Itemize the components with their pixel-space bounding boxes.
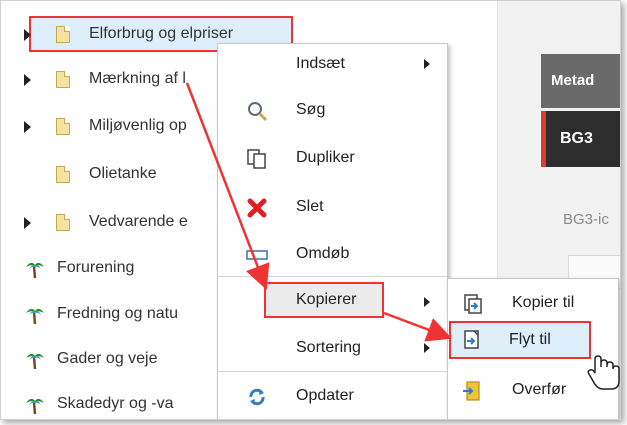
duplicate-icon (247, 149, 266, 169)
app-window: Metad BG3 BG3-ic Elforbrug og elpriser M… (0, 0, 621, 420)
palm-tree-icon (26, 308, 44, 324)
submenu-item-kopier-til[interactable]: Kopier til (448, 283, 618, 323)
menu-item-label: Sortering (296, 339, 361, 356)
flyt-til-highlight[interactable]: Flyt til (449, 321, 591, 359)
context-menu: Indsæt Søg Dupliker Slet Omdøb Sortering… (217, 43, 448, 419)
page-icon (56, 118, 70, 135)
expand-caret-icon[interactable] (24, 29, 31, 41)
palm-tree-icon (26, 262, 44, 278)
submenu-item-label: Overfør (512, 381, 567, 398)
menu-item-label: Opdater (296, 387, 354, 404)
magnifier-icon (248, 102, 268, 122)
menu-item-label: Slet (296, 198, 324, 215)
page-icon (56, 166, 70, 183)
palm-tree-icon (26, 398, 44, 414)
menu-divider (218, 276, 447, 277)
rename-field-icon (246, 250, 268, 260)
tree-item-label: Miljøvenlig op (89, 117, 187, 134)
tree-item-label: Mærkning af l (89, 70, 186, 87)
tab-metadata[interactable]: Metad (541, 54, 620, 108)
refresh-icon (249, 388, 265, 406)
tree-item-label: Olietanke (89, 165, 157, 182)
expand-caret-icon[interactable] (24, 121, 31, 133)
transfer-icon (463, 381, 480, 401)
page-icon (56, 214, 70, 231)
submenu-item-label: Kopier til (512, 294, 575, 311)
menu-item-label: Søg (296, 101, 326, 118)
menu-item-label: Omdøb (296, 245, 350, 262)
page-icon (56, 26, 70, 43)
menu-item-label: Indsæt (296, 55, 345, 72)
kopierer-highlight[interactable]: Kopierer (264, 282, 384, 318)
tree-item-label: Skadedyr og -va (57, 395, 174, 412)
tree-item-label: Vedvarende e (89, 213, 188, 230)
submenu-arrow-icon (424, 297, 430, 307)
submenu-item-label: Flyt til (509, 331, 551, 348)
expand-caret-icon[interactable] (24, 74, 31, 86)
tree-item-label: Elforbrug og elpriser (89, 25, 234, 42)
menu-item-label: Kopierer (296, 291, 357, 308)
delete-x-icon (247, 198, 267, 218)
menu-divider (218, 371, 447, 372)
page-icon (56, 71, 70, 88)
submenu-arrow-icon (424, 343, 430, 353)
menu-item-omdoeb[interactable]: Omdøb (218, 234, 447, 274)
bg3-description-label: BG3-ic (563, 211, 609, 228)
move-to-icon (464, 330, 479, 349)
menu-item-soeg[interactable]: Søg (218, 90, 447, 130)
palm-tree-icon (26, 353, 44, 369)
tab-bg3[interactable]: BG3 (541, 111, 620, 167)
menu-item-indsaet[interactable]: Indsæt (218, 44, 447, 84)
submenu-arrow-icon (424, 59, 430, 69)
menu-item-slet[interactable]: Slet (218, 187, 447, 227)
copy-to-icon (464, 294, 482, 314)
menu-item-dupliker[interactable]: Dupliker (218, 138, 447, 178)
expand-caret-icon[interactable] (24, 217, 31, 229)
tree-item-label: Gader og veje (57, 350, 158, 367)
menu-item-label: Dupliker (296, 149, 355, 166)
submenu-item-overfoer[interactable]: Overfør (448, 370, 618, 410)
menu-item-opdater[interactable]: Opdater (218, 376, 447, 416)
menu-item-sortering[interactable]: Sortering (218, 328, 447, 368)
tree-item-label: Forurening (57, 259, 135, 276)
tree-item-label: Fredning og natu (57, 305, 178, 322)
